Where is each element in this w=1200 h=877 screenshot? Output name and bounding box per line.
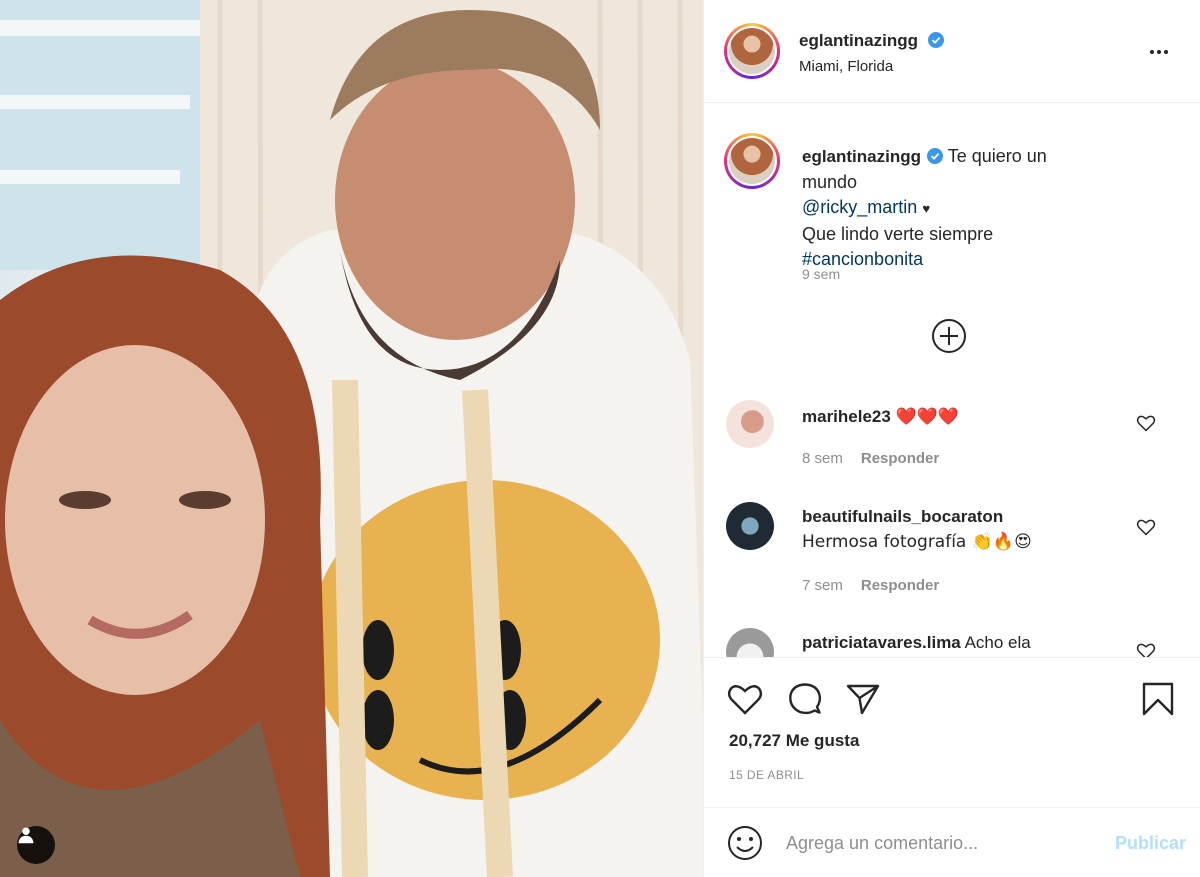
comments-section[interactable]: eglantinazingg Te quiero un mundo @ricky… (704, 104, 1200, 657)
author-name-row: eglantinazingg (799, 31, 945, 51)
caption-author-avatar[interactable] (724, 133, 780, 189)
commenter-avatar[interactable] (726, 628, 774, 657)
verified-badge-icon (928, 32, 945, 48)
post-date[interactable]: 15 DE ABRIL (729, 768, 804, 782)
commenter-username[interactable]: beautifulnails_bocaraton (802, 507, 1003, 526)
user-tag-button[interactable] (17, 826, 55, 864)
post-photo[interactable] (0, 0, 703, 877)
commenter-username[interactable]: patriciatavares.lima (802, 633, 961, 652)
comment-input[interactable] (786, 828, 1086, 858)
comment-time[interactable]: 8 sem (802, 450, 843, 467)
more-options-icon[interactable] (1147, 40, 1171, 64)
comment-icon[interactable] (786, 680, 824, 718)
comment-meta: 7 sem Responder (802, 577, 939, 594)
post-side-panel: eglantinazingg Miami, Florida eglantinaz… (703, 0, 1200, 877)
plus-circle-icon[interactable] (931, 318, 967, 354)
post-caption: eglantinazingg Te quiero un mundo @ricky… (802, 144, 1102, 273)
heart-icon[interactable] (1136, 517, 1156, 537)
post-header: eglantinazingg Miami, Florida (704, 0, 1200, 103)
author-avatar[interactable] (724, 23, 780, 79)
heart-icon[interactable] (1136, 413, 1156, 433)
comment-text: ❤️❤️❤️ (895, 407, 960, 427)
heart-icon[interactable] (726, 680, 764, 718)
commenter-avatar[interactable] (726, 502, 774, 550)
commenter-username[interactable]: marihele23 (802, 407, 891, 426)
emoji-icon[interactable] (726, 824, 764, 862)
heart-icon[interactable] (1136, 641, 1156, 657)
caption-mention-suffix: ♥ (922, 201, 931, 216)
comment-text: Acho ela (964, 633, 1031, 652)
verified-badge-icon (927, 148, 943, 164)
post-location[interactable]: Miami, Florida (799, 58, 893, 75)
reply-button[interactable]: Responder (861, 450, 939, 467)
add-comment-bar: Publicar (704, 807, 1200, 877)
share-icon[interactable] (844, 680, 882, 718)
author-username[interactable]: eglantinazingg (799, 31, 918, 50)
caption-mention[interactable]: @ricky_martin (802, 197, 917, 217)
like-count[interactable]: 20,727 Me gusta (729, 731, 859, 751)
comment-text-row: patriciatavares.lima Acho ela (802, 630, 1122, 655)
reply-button[interactable]: Responder (861, 577, 939, 594)
comment-text-row: marihele23 ❤️❤️❤️ (802, 404, 1122, 430)
publish-button[interactable]: Publicar (1115, 833, 1186, 854)
comment-time[interactable]: 7 sem (802, 577, 843, 594)
comment-text-row: beautifulnails_bocaraton Hermosa fotogra… (802, 504, 1122, 555)
bookmark-icon[interactable] (1139, 680, 1177, 718)
post-actions: 20,727 Me gusta 15 DE ABRIL (704, 657, 1200, 817)
caption-time[interactable]: 9 sem (802, 266, 840, 282)
comment-meta: 8 sem Responder (802, 450, 939, 467)
caption-line-2: Que lindo verte siempre (802, 223, 994, 244)
post-photo-image (0, 0, 703, 877)
caption-author-username[interactable]: eglantinazingg (802, 147, 921, 166)
user-tag-icon (18, 827, 34, 844)
commenter-avatar[interactable] (726, 400, 774, 448)
comment-text: Hermosa fotografía 👏🔥😍 (802, 532, 1032, 552)
